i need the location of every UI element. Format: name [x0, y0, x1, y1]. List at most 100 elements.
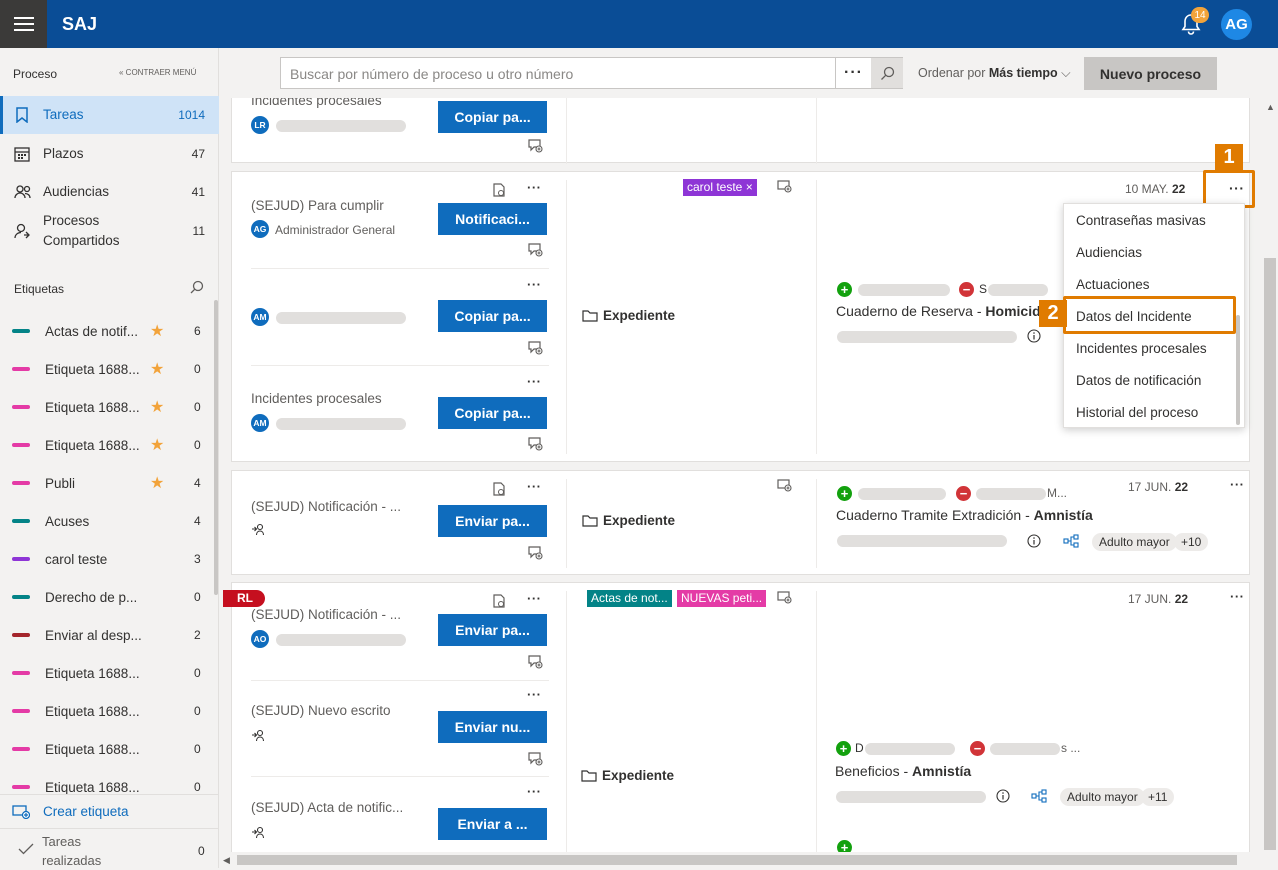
add-note-icon[interactable] — [528, 752, 543, 766]
scrollbar-thumb[interactable] — [237, 855, 1237, 865]
assign-user-icon[interactable] — [251, 826, 265, 839]
tag-item[interactable]: Etiqueta 1688... 0 — [0, 692, 212, 730]
sidebar-item-audiencias[interactable]: Audiencias 41 — [0, 173, 219, 211]
copy-button[interactable]: Copiar pa... — [438, 101, 547, 133]
menu-item-contrasenas[interactable]: Contraseñas masivas — [1076, 213, 1206, 228]
send-button[interactable]: Enviar pa... — [438, 614, 547, 646]
menu-item-audiencias[interactable]: Audiencias — [1076, 245, 1142, 260]
create-tag-button[interactable]: Crear etiqueta — [0, 794, 219, 828]
star-icon[interactable]: ★ — [150, 397, 164, 417]
tag-chip[interactable]: carol teste × — [683, 179, 757, 196]
card-more-icon[interactable]: ··· — [1230, 477, 1245, 492]
remove-icon[interactable]: × — [746, 180, 753, 194]
process-card[interactable]: ··· (SEJUD) Notificación - ... Enviar pa… — [231, 470, 1250, 575]
info-icon[interactable] — [996, 789, 1010, 803]
tag-item[interactable]: Etiqueta 1688... ★ 0 — [0, 426, 212, 464]
tag-item[interactable]: Etiqueta 1688... ★ 0 — [0, 350, 212, 388]
add-note-icon[interactable] — [528, 437, 543, 451]
main-vertical-scrollbar[interactable]: ▲ — [1262, 98, 1278, 852]
process-card[interactable]: Incidentes procesales LR Copiar pa... — [231, 98, 1250, 164]
folder-label[interactable]: Expediente — [603, 513, 675, 528]
menu-scrollbar[interactable] — [1236, 315, 1240, 425]
add-tag-icon[interactable] — [777, 180, 792, 193]
star-icon[interactable]: ★ — [150, 435, 164, 455]
info-icon[interactable] — [1027, 534, 1041, 548]
tag-item[interactable]: carol teste 3 — [0, 540, 212, 578]
assign-user-icon[interactable] — [251, 523, 265, 536]
info-icon[interactable] — [1027, 329, 1041, 343]
tag-item[interactable]: Derecho de p... 0 — [0, 578, 212, 616]
folder-label[interactable]: Expediente — [603, 308, 675, 323]
process-card[interactable]: ··· (SEJUD) Notificación - ... AO Enviar… — [231, 582, 1250, 852]
document-time-icon[interactable] — [493, 183, 506, 197]
sort-dropdown[interactable]: Ordenar por Más tiempo ⌵ — [918, 66, 1071, 81]
sidebar-scrollbar[interactable] — [214, 300, 218, 595]
more-tags-pill[interactable]: +11 — [1141, 788, 1175, 806]
scroll-left-icon[interactable]: ◀ — [223, 855, 230, 866]
add-note-icon[interactable] — [528, 546, 543, 560]
scroll-up-icon[interactable]: ▲ — [1266, 102, 1275, 112]
document-time-icon[interactable] — [493, 482, 506, 496]
menu-item-datos-notificacion[interactable]: Datos de notificación — [1076, 373, 1201, 388]
main-horizontal-scrollbar[interactable]: ◀ — [219, 852, 1262, 868]
scrollbar-thumb[interactable] — [1264, 258, 1276, 850]
add-note-icon[interactable] — [528, 243, 543, 257]
send-button[interactable]: Enviar a ... — [438, 808, 547, 840]
tag-chip[interactable]: NUEVAS peti... — [677, 590, 767, 607]
task-more-icon[interactable]: ··· — [527, 180, 542, 195]
case-tag-pill[interactable]: Adulto mayor — [1092, 533, 1177, 551]
copy-button[interactable]: Copiar pa... — [438, 300, 547, 332]
process-tree-icon[interactable] — [1063, 534, 1079, 548]
search-button[interactable] — [871, 58, 903, 88]
tag-item[interactable]: Actas de notif... ★ 6 — [0, 312, 212, 350]
tag-item[interactable]: Enviar al desp... 2 — [0, 616, 212, 654]
task-more-icon[interactable]: ··· — [527, 687, 542, 702]
sidebar-item-plazos[interactable]: Plazos 47 — [0, 135, 219, 173]
send-button[interactable]: Enviar nu... — [438, 711, 547, 743]
add-note-icon[interactable] — [528, 655, 543, 669]
menu-item-actuaciones[interactable]: Actuaciones — [1076, 277, 1150, 292]
search-input[interactable]: Buscar por número de proceso u otro núme… — [280, 57, 903, 89]
star-icon[interactable]: ★ — [150, 359, 164, 379]
sidebar-item-procesos-compartidos[interactable]: Procesos Compartidos 11 — [0, 211, 219, 251]
copy-button[interactable]: Copiar pa... — [438, 397, 547, 429]
send-button[interactable]: Enviar pa... — [438, 505, 547, 537]
add-note-icon[interactable] — [528, 139, 543, 153]
case-tag-pill[interactable]: Adulto mayor — [1060, 788, 1145, 806]
star-icon[interactable]: ★ — [150, 473, 164, 493]
task-more-icon[interactable]: ··· — [527, 277, 542, 292]
hamburger-menu-icon[interactable] — [0, 0, 47, 48]
tag-item[interactable]: Etiqueta 1688... ★ 0 — [0, 388, 212, 426]
done-tasks[interactable]: Tareas realizadas 0 — [0, 828, 219, 868]
menu-item-incidentes-procesales[interactable]: Incidentes procesales — [1076, 341, 1207, 356]
task-more-icon[interactable]: ··· — [527, 479, 542, 494]
more-tags-pill[interactable]: +10 — [1174, 533, 1209, 551]
document-time-icon[interactable] — [493, 594, 506, 608]
case-title[interactable]: Cuaderno de Reserva - Homicid — [836, 303, 1041, 319]
add-note-icon[interactable] — [528, 341, 543, 355]
star-icon[interactable]: ★ — [150, 321, 164, 341]
process-tree-icon[interactable] — [1031, 789, 1047, 803]
task-more-icon[interactable]: ··· — [527, 374, 542, 389]
case-title[interactable]: Cuaderno Tramite Extradición - Amnistía — [836, 507, 1093, 523]
user-avatar[interactable]: AG — [1221, 9, 1252, 40]
notify-button[interactable]: Notificaci... — [438, 203, 547, 235]
case-title[interactable]: Beneficios - Amnistía — [835, 763, 971, 779]
tag-item[interactable]: Acuses 4 — [0, 502, 212, 540]
menu-item-historial[interactable]: Historial del proceso — [1076, 405, 1198, 420]
new-process-button[interactable]: Nuevo proceso — [1084, 57, 1217, 90]
folder-label[interactable]: Expediente — [602, 768, 674, 783]
collapse-menu-button[interactable]: « CONTRAER MENÚ — [119, 68, 196, 77]
search-icon[interactable] — [190, 280, 204, 294]
tag-item[interactable]: Etiqueta 1688... 0 — [0, 654, 212, 692]
task-more-icon[interactable]: ··· — [527, 591, 542, 606]
task-more-icon[interactable]: ··· — [527, 784, 542, 799]
add-tag-icon[interactable] — [777, 591, 792, 604]
sidebar-item-tareas[interactable]: Tareas 1014 — [0, 96, 219, 134]
add-tag-icon[interactable] — [777, 479, 792, 492]
assign-user-icon[interactable] — [251, 729, 265, 742]
tag-item[interactable]: Etiqueta 1688... 0 — [0, 730, 212, 768]
search-options-button[interactable]: ··· — [835, 58, 871, 88]
tag-item[interactable]: Publi ★ 4 — [0, 464, 212, 502]
card-more-icon[interactable]: ··· — [1230, 589, 1245, 604]
